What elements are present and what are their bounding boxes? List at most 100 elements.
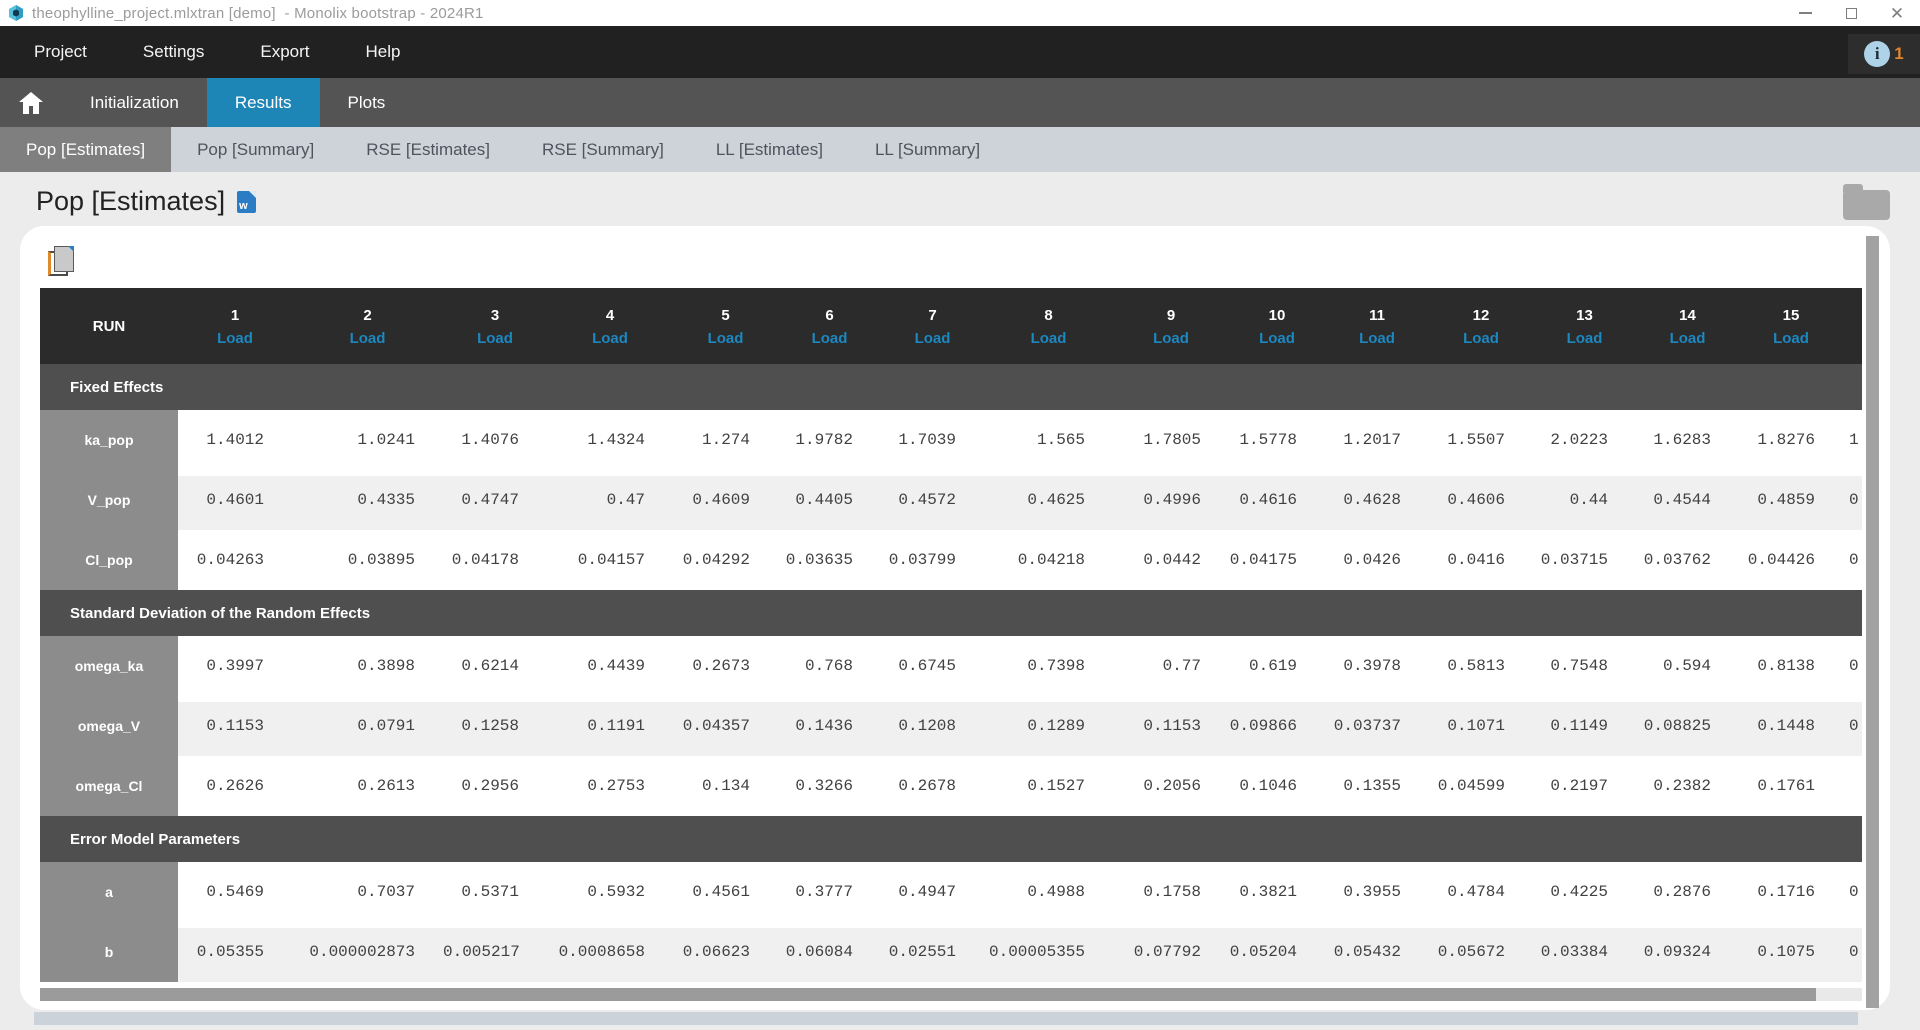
tab-plots[interactable]: Plots [320,78,414,127]
load-link[interactable]: Load [178,328,292,349]
load-link[interactable]: Load [984,328,1113,349]
cell-Cl_pop-run13: 0.03715 [1533,530,1636,590]
run-number: 10 [1229,304,1325,328]
subtab-pop-summary[interactable]: Pop [Summary] [171,127,340,172]
cell-V_pop-run9: 0.4996 [1113,470,1229,530]
menu-items: Project Settings Export Help [0,42,456,62]
cell-omega_V-run14: 0.08825 [1636,696,1739,756]
run-header-11: 11Load [1325,288,1429,364]
horizontal-scrollbar-track[interactable] [40,988,1862,1001]
cell-V_pop-run7: 0.4572 [881,470,984,530]
horizontal-scrollbar-thumb[interactable] [40,988,1816,1001]
cell-omega_ka-run7: 0.6745 [881,636,984,696]
run-header-cut [1843,288,1862,364]
cell-Cl_pop-run11: 0.0426 [1325,530,1429,590]
cell-omega_V-run1: 0.1153 [178,696,292,756]
cell-omega_ka-run10: 0.619 [1229,636,1325,696]
table-scroll-area[interactable]: RUN1Load2Load3Load4Load5Load6Load7Load8L… [40,288,1862,984]
load-link[interactable]: Load [778,328,881,349]
run-number: 7 [881,304,984,328]
vertical-scrollbar-thumb[interactable] [1866,236,1879,1008]
cell-Cl_pop-run1: 0.04263 [178,530,292,590]
home-tab[interactable] [0,78,62,127]
run-number: 6 [778,304,881,328]
load-link[interactable]: Load [1113,328,1229,349]
cell-Cl_pop-run16: 0. [1843,530,1862,590]
export-word-icon[interactable]: w [237,191,256,213]
run-header-6: 6Load [778,288,881,364]
cell-omega_V-run2: 0.0791 [292,696,443,756]
cell-omega_ka-run9: 0.77 [1113,636,1229,696]
minimize-button[interactable] [1782,0,1828,26]
load-link[interactable]: Load [1533,328,1636,349]
subtab-ll-summary[interactable]: LL [Summary] [849,127,1006,172]
restore-button[interactable] [1828,0,1874,26]
cell-a-run2: 0.7037 [292,862,443,922]
cell-b-run14: 0.09324 [1636,922,1739,982]
cell-omega_ka-run12: 0.5813 [1429,636,1533,696]
cell-ka_pop-run13: 2.0223 [1533,410,1636,470]
run-header-12: 12Load [1429,288,1533,364]
cell-a-run8: 0.4988 [984,862,1113,922]
run-number: 8 [984,304,1113,328]
cell-Cl_pop-run2: 0.03895 [292,530,443,590]
cell-omega_V-run5: 0.04357 [673,696,778,756]
tab-initialization[interactable]: Initialization [62,78,207,127]
cell-ka_pop-run2: 1.0241 [292,410,443,470]
cell-omega_Cl-run3: 0.2956 [443,756,547,816]
load-link[interactable]: Load [1739,328,1843,349]
menu-item-settings[interactable]: Settings [143,42,204,62]
load-link[interactable]: Load [547,328,673,349]
page-title: Pop [Estimates] [36,186,225,217]
run-header-1: 1Load [178,288,292,364]
copy-table-icon[interactable] [48,246,75,277]
load-link[interactable]: Load [1325,328,1429,349]
cell-ka_pop-run16: 1 [1843,410,1862,470]
cell-a-run9: 0.1758 [1113,862,1229,922]
cell-Cl_pop-run5: 0.04292 [673,530,778,590]
run-number: 13 [1533,304,1636,328]
cell-V_pop-run2: 0.4335 [292,470,443,530]
cell-omega_Cl-run4: 0.2753 [547,756,673,816]
subtab-rse-estimates[interactable]: RSE [Estimates] [340,127,516,172]
cell-ka_pop-run6: 1.9782 [778,410,881,470]
notification-area[interactable]: i 1 [1848,34,1920,74]
cell-V_pop-run12: 0.4606 [1429,470,1533,530]
subtab-ll-estimates[interactable]: LL [Estimates] [690,127,849,172]
load-link[interactable]: Load [292,328,443,349]
subtab-pop-estimates[interactable]: Pop [Estimates] [0,127,171,172]
load-link[interactable]: Load [443,328,547,349]
table-row-omega_ka: omega_ka0.39970.38980.62140.44390.26730.… [40,636,1862,696]
outer-horizontal-scrollbar[interactable] [34,1012,1858,1025]
load-link[interactable]: Load [881,328,984,349]
cell-a-run16: 0 [1843,862,1862,922]
cell-ka_pop-run9: 1.7805 [1113,410,1229,470]
cell-omega_Cl-run6: 0.3266 [778,756,881,816]
tab-results[interactable]: Results [207,78,320,127]
cell-b-run5: 0.06623 [673,922,778,982]
menu-bar: Project Settings Export Help i 1 [0,26,1920,78]
cell-omega_ka-run6: 0.768 [778,636,881,696]
load-link[interactable]: Load [673,328,778,349]
cell-ka_pop-run3: 1.4076 [443,410,547,470]
cell-V_pop-run3: 0.4747 [443,470,547,530]
load-link[interactable]: Load [1229,328,1325,349]
window-controls: ✕ [1782,0,1920,26]
cell-omega_ka-run11: 0.3978 [1325,636,1429,696]
subtab-rse-summary[interactable]: RSE [Summary] [516,127,690,172]
cell-omega_V-run4: 0.1191 [547,696,673,756]
menu-item-help[interactable]: Help [366,42,401,62]
cell-b-run1: 0.05355 [178,922,292,982]
load-link[interactable]: Load [1429,328,1533,349]
menu-item-export[interactable]: Export [260,42,309,62]
close-button[interactable]: ✕ [1874,0,1920,26]
open-folder-icon[interactable] [1843,190,1890,220]
cell-a-run5: 0.4561 [673,862,778,922]
cell-omega_Cl-run9: 0.2056 [1113,756,1229,816]
cell-Cl_pop-run9: 0.0442 [1113,530,1229,590]
load-link[interactable]: Load [1636,328,1739,349]
menu-item-project[interactable]: Project [34,42,87,62]
cell-omega_V-run10: 0.09866 [1229,696,1325,756]
notification-count: 1 [1894,44,1903,64]
info-icon[interactable]: i [1864,41,1890,67]
